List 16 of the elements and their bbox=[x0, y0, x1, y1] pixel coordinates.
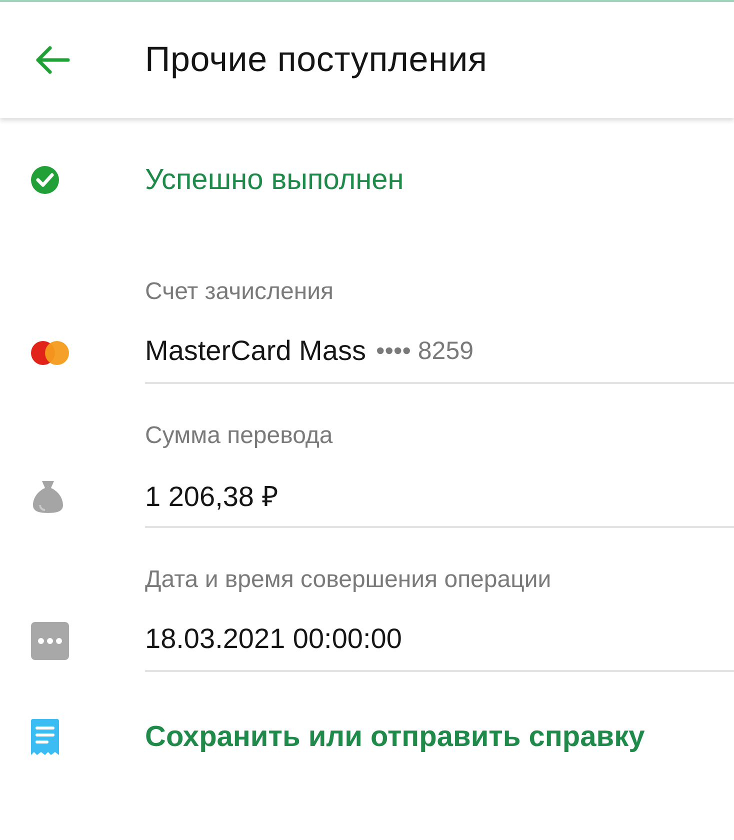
status-text: Успешно выполнен bbox=[145, 164, 404, 196]
field-value: 18.03.2021 00:00:00 bbox=[145, 623, 402, 655]
field-label: Счет зачисления bbox=[145, 277, 335, 307]
money-bag-icon bbox=[30, 479, 66, 515]
field-value: 1 206,38 ₽ bbox=[145, 480, 278, 514]
back-arrow-icon bbox=[34, 45, 70, 75]
screen-title: Прочие поступления bbox=[145, 40, 488, 80]
card-logo-icon bbox=[30, 340, 70, 366]
field-label: Дата и время совершения операции bbox=[145, 565, 552, 595]
card-number: •••• 8259 bbox=[376, 336, 474, 366]
receipt-icon bbox=[30, 718, 60, 756]
field-label: Сумма перевода bbox=[145, 421, 334, 451]
more-dots-icon bbox=[30, 621, 70, 661]
check-circle-icon bbox=[30, 165, 60, 195]
save-receipt-link[interactable]: Сохранить или отправить справку bbox=[145, 720, 645, 754]
field-value: MasterCard Mass bbox=[145, 335, 366, 367]
